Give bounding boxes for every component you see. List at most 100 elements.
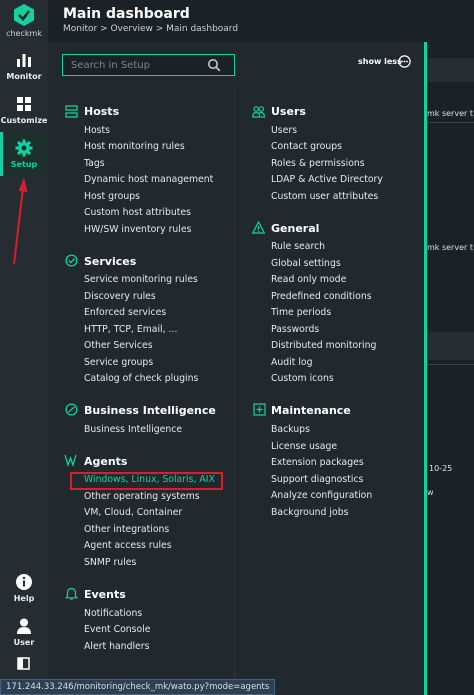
sidebar-item-user[interactable]: User	[0, 610, 48, 654]
menu-item-business-intelligence[interactable]: Business Intelligence	[84, 424, 182, 435]
menu-item-contact-groups[interactable]: Contact groups	[271, 141, 342, 152]
menu-item-backups[interactable]: Backups	[271, 424, 310, 435]
menu-item-passwords[interactable]: Passwords	[271, 324, 319, 335]
menu-item-dynamic-host-management[interactable]: Dynamic host management	[84, 174, 213, 185]
gear-icon	[15, 139, 33, 157]
menu-item-http-tcp-email[interactable]: HTTP, TCP, Email, ...	[84, 324, 177, 335]
general-icon	[252, 221, 265, 234]
status-bar-url: 171.244.33.246/monitoring/check_mk/wato.…	[0, 679, 276, 695]
menu-item-other-integrations[interactable]: Other integrations	[84, 524, 169, 535]
dashboard-background: mk server t mk server t 10-25 w	[427, 42, 474, 695]
menu-item-predefined-conditions[interactable]: Predefined conditions	[271, 291, 372, 302]
setup-menu-panel: show less Hosts Hosts Host monitoring ru…	[48, 42, 424, 695]
menu-item-time-periods[interactable]: Time periods	[271, 307, 331, 318]
menu-item-analyze-configuration[interactable]: Analyze configuration	[271, 490, 372, 501]
menu-item-snmp-rules[interactable]: SNMP rules	[84, 557, 136, 568]
hosts-icon	[65, 105, 78, 118]
menu-item-custom-host-attributes[interactable]: Custom host attributes	[84, 207, 191, 218]
sidebar-item-label: Help	[13, 594, 35, 603]
menu-item-background-jobs[interactable]: Background jobs	[271, 507, 348, 518]
sidebar-item-label: Customize	[0, 116, 48, 125]
menu-item-custom-user-attributes[interactable]: Custom user attributes	[271, 191, 378, 202]
user-icon	[17, 618, 31, 634]
page-header: Main dashboard Monitor > Overview > Main…	[48, 0, 474, 42]
menu-item-discovery-rules[interactable]: Discovery rules	[84, 291, 156, 302]
dashlet-text: mk server t	[427, 243, 473, 252]
menu-item-vm-cloud-container[interactable]: VM, Cloud, Container	[84, 507, 182, 518]
sidebar-item-customize[interactable]: Customize	[0, 88, 48, 132]
dashlet-text: w	[427, 488, 434, 497]
search-icon[interactable]	[207, 58, 221, 72]
dashlet-graph	[427, 364, 474, 464]
help-icon	[16, 574, 32, 590]
sidebar-toggle-icon[interactable]	[17, 657, 30, 670]
menu-item-audit-log[interactable]: Audit log	[271, 357, 313, 368]
panel-edge	[424, 42, 427, 695]
topic-title-agents: Agents	[84, 455, 128, 468]
menu-item-agent-access-rules[interactable]: Agent access rules	[84, 540, 172, 551]
sidebar-item-help[interactable]: Help	[0, 566, 48, 610]
menu-item-roles-permissions[interactable]: Roles & permissions	[271, 158, 365, 169]
highlight-box	[70, 472, 223, 490]
menu-item-distributed-monitoring[interactable]: Distributed monitoring	[271, 340, 376, 351]
breadcrumb: Monitor > Overview > Main dashboard	[63, 24, 239, 34]
page-title: Main dashboard	[63, 6, 190, 22]
bi-icon	[65, 403, 78, 416]
search-input[interactable]	[63, 55, 203, 75]
topic-title-general: General	[271, 222, 320, 235]
customize-icon	[17, 97, 31, 111]
menu-item-users[interactable]: Users	[271, 125, 297, 136]
setup-search[interactable]	[62, 54, 235, 76]
topic-title-events: Events	[84, 588, 126, 601]
agents-icon	[64, 454, 77, 467]
checkmk-logo-icon	[14, 4, 34, 26]
topic-title-hosts: Hosts	[84, 105, 120, 118]
menu-item-host-monitoring-rules[interactable]: Host monitoring rules	[84, 141, 185, 152]
sidebar-item-label: User	[13, 638, 35, 647]
sidebar-item-setup[interactable]: Setup	[0, 132, 48, 176]
dashlet-header	[427, 58, 474, 82]
dashlet-divider	[427, 122, 474, 123]
menu-item-read-only-mode[interactable]: Read only mode	[271, 274, 346, 285]
menu-item-service-monitoring-rules[interactable]: Service monitoring rules	[84, 274, 198, 285]
menu-item-global-settings[interactable]: Global settings	[271, 258, 341, 269]
menu-item-tags[interactable]: Tags	[84, 158, 105, 169]
maintenance-icon	[253, 403, 266, 416]
menu-item-service-groups[interactable]: Service groups	[84, 357, 153, 368]
topic-title-maintenance: Maintenance	[271, 404, 351, 417]
sidebar-item-label: Setup	[10, 160, 38, 169]
menu-item-ldap-active-directory[interactable]: LDAP & Active Directory	[271, 174, 383, 185]
dashlet-text: mk server t	[427, 109, 473, 118]
menu-item-support-diagnostics[interactable]: Support diagnostics	[271, 474, 363, 485]
menu-item-hw-sw-inventory-rules[interactable]: HW/SW inventory rules	[84, 224, 191, 235]
dashlet-text: 10-25	[429, 464, 453, 473]
menu-item-rule-search[interactable]: Rule search	[271, 241, 325, 252]
menu-item-host-groups[interactable]: Host groups	[84, 191, 140, 202]
menu-item-license-usage[interactable]: License usage	[271, 441, 337, 452]
menu-item-extension-packages[interactable]: Extension packages	[271, 457, 364, 468]
menu-item-custom-icons[interactable]: Custom icons	[271, 373, 334, 384]
sidebar-item-monitor[interactable]: Monitor	[0, 44, 48, 88]
events-icon	[65, 587, 78, 600]
menu-item-catalog-of-check-plugins[interactable]: Catalog of check plugins	[84, 373, 198, 384]
topic-title-services: Services	[84, 255, 137, 268]
more-options-icon[interactable]	[398, 55, 411, 68]
sidebar-item-label: Monitor	[6, 72, 42, 81]
menu-item-hosts[interactable]: Hosts	[84, 125, 110, 136]
menu-item-event-console[interactable]: Event Console	[84, 624, 151, 635]
menu-item-enforced-services[interactable]: Enforced services	[84, 307, 166, 318]
topic-title-business-intelligence: Business Intelligence	[84, 404, 216, 417]
topic-title-users: Users	[271, 105, 306, 118]
logo-text: checkmk	[6, 29, 42, 38]
menu-item-notifications[interactable]: Notifications	[84, 608, 142, 619]
menu-item-alert-handlers[interactable]: Alert handlers	[84, 641, 149, 652]
dashlet-header	[427, 332, 474, 360]
menu-item-other-operating-systems[interactable]: Other operating systems	[84, 491, 200, 502]
menu-item-other-services[interactable]: Other Services	[84, 340, 153, 351]
show-less-button[interactable]: show less	[358, 57, 402, 66]
main-sidebar: checkmk Monitor Customize Setup Help Use…	[0, 0, 48, 695]
monitor-icon	[17, 54, 31, 67]
services-icon	[65, 254, 78, 267]
users-icon	[252, 106, 265, 118]
checkmk-logo[interactable]: checkmk	[0, 0, 48, 44]
